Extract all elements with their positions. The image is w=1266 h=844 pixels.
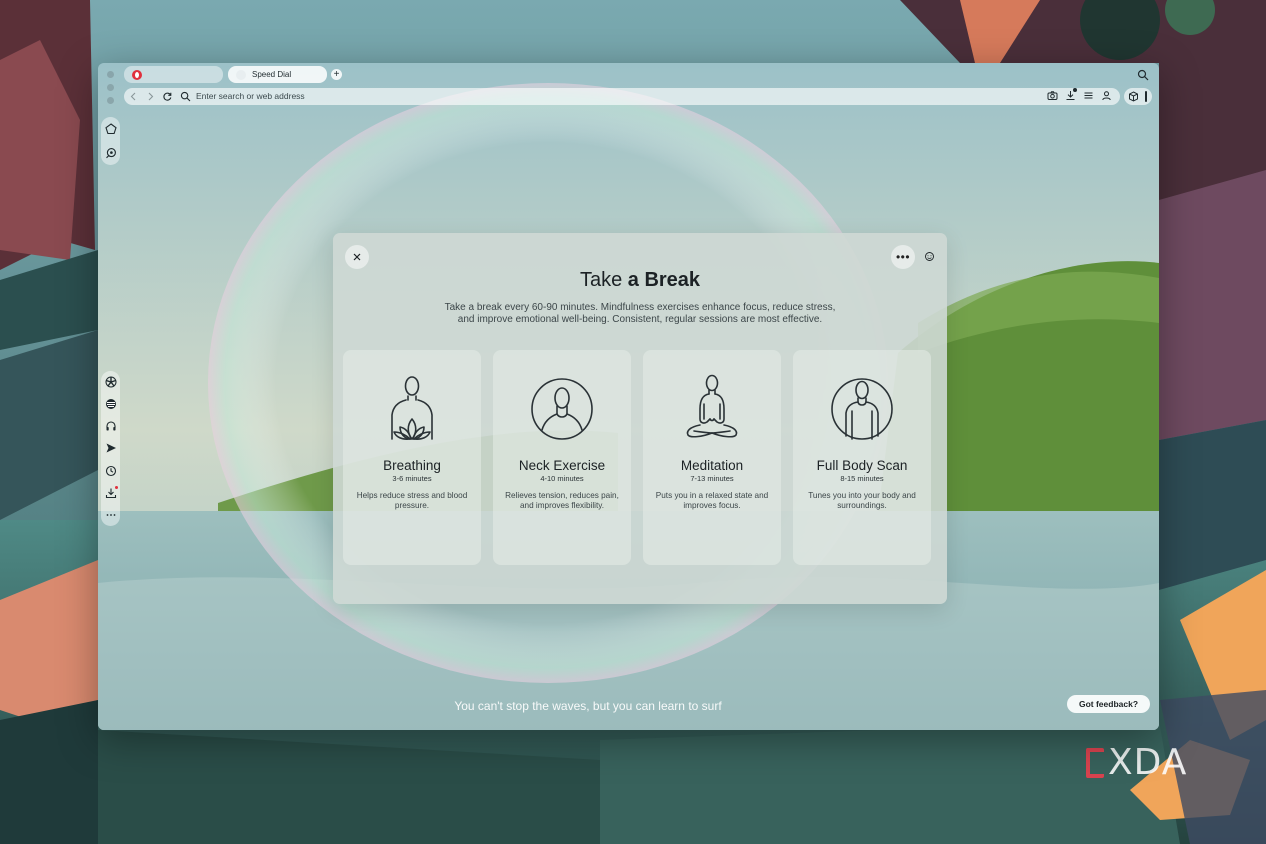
dialog-description: Take a break every 60-90 minutes. Mindfu… — [444, 302, 836, 325]
new-tab-button[interactable]: + — [331, 69, 342, 80]
more-horizontal-icon[interactable] — [105, 509, 117, 521]
sidebar-downloads-button[interactable] — [105, 485, 118, 499]
extensions-cube-icon[interactable] — [1128, 91, 1139, 102]
sidebar-bottom — [101, 371, 120, 526]
xda-logo-icon — [1086, 747, 1104, 778]
close-icon — [353, 253, 361, 261]
sidebar-toggle-icon[interactable] — [1145, 91, 1147, 102]
neck-exercise-icon — [531, 378, 593, 440]
take-a-break-dialog: ••• Take a Break Take a break every 60-9… — [333, 233, 947, 604]
search-tabs-icon[interactable] — [1137, 69, 1149, 81]
card-duration: 7-13 minutes — [690, 474, 734, 483]
card-full-body-scan[interactable]: Full Body Scan 8-15 minutes Tunes you in… — [793, 350, 931, 565]
address-bar[interactable]: Enter search or web address — [124, 88, 1120, 105]
card-description: Puts you in a relaxed state and improves… — [655, 491, 769, 510]
card-description: Helps reduce stress and blood pressure. — [356, 491, 468, 510]
downloads-button[interactable] — [1065, 88, 1077, 101]
close-button[interactable] — [345, 245, 369, 269]
xda-logo-text: XDA — [1108, 742, 1188, 783]
card-duration: 3-6 minutes — [392, 474, 432, 483]
tab-speed-dial[interactable]: Speed Dial — [228, 66, 327, 83]
minimize-window-dot[interactable] — [107, 84, 114, 91]
speed-dial-pentagon-icon[interactable] — [104, 123, 117, 135]
card-duration: 4-10 minutes — [540, 474, 584, 483]
more-options-button[interactable]: ••• — [891, 245, 915, 269]
tab-strip: Speed Dial + — [98, 63, 1159, 104]
zoom-window-dot[interactable] — [107, 97, 114, 104]
card-breathing[interactable]: Breathing 3-6 minutes Helps reduce stres… — [343, 350, 481, 565]
aria-ai-icon[interactable] — [105, 147, 117, 159]
title-prefix: Take — [579, 269, 623, 291]
camera-icon[interactable] — [1047, 90, 1058, 101]
profile-icon[interactable] — [1101, 90, 1112, 101]
close-window-dot[interactable] — [107, 71, 114, 78]
sidebar-top — [101, 117, 120, 165]
card-title: Full Body Scan — [816, 458, 908, 473]
headphones-icon[interactable] — [105, 420, 117, 432]
smiley-icon[interactable] — [923, 250, 936, 263]
notification-dot — [114, 485, 118, 489]
full-body-scan-icon — [831, 378, 893, 440]
pinwheel-icon[interactable] — [105, 376, 117, 388]
extensions-area — [1124, 88, 1152, 105]
reload-icon[interactable] — [162, 91, 173, 102]
dialog-title: Take a Break — [333, 269, 947, 292]
card-description: Relieves tension, reduces pain, and impr… — [505, 491, 619, 510]
download-badge-dot — [1073, 88, 1077, 92]
opera-music-icon[interactable] — [105, 398, 117, 410]
address-input[interactable]: Enter search or web address — [196, 91, 305, 101]
tab-opera[interactable] — [124, 66, 223, 83]
browser-window: Speed Dial + Enter search or web address — [98, 63, 1159, 730]
wallpaper-quote: You can't stop the waves, but you can le… — [454, 699, 722, 713]
card-title: Neck Exercise — [518, 458, 606, 473]
forward-arrow-icon[interactable] — [145, 91, 156, 102]
title-emphasis: a Break — [627, 269, 701, 291]
search-icon — [180, 91, 191, 102]
got-feedback-button[interactable]: Got feedback? — [1067, 695, 1150, 713]
card-description: Tunes you into your body and surrounding… — [808, 491, 916, 510]
speed-dial-tab-icon — [236, 69, 246, 80]
meditation-icon — [686, 374, 738, 438]
window-controls — [107, 71, 114, 104]
card-neck-exercise[interactable]: Neck Exercise 4-10 minutes Relieves tens… — [493, 350, 631, 565]
back-arrow-icon[interactable] — [128, 91, 139, 102]
card-meditation[interactable]: Meditation 7-13 minutes Puts you in a re… — [643, 350, 781, 565]
breathing-lotus-icon — [391, 376, 433, 440]
xda-watermark: XDA — [1086, 742, 1187, 783]
opera-icon — [132, 69, 142, 80]
send-arrow-icon[interactable] — [105, 442, 117, 454]
tab-label: Speed Dial — [252, 70, 292, 79]
easy-setup-icon[interactable] — [1083, 90, 1094, 101]
card-duration: 8-15 minutes — [840, 474, 884, 483]
address-bar-actions — [1047, 88, 1112, 101]
history-clock-icon[interactable] — [105, 465, 117, 477]
card-title: Meditation — [680, 458, 744, 473]
card-title: Breathing — [383, 458, 441, 473]
